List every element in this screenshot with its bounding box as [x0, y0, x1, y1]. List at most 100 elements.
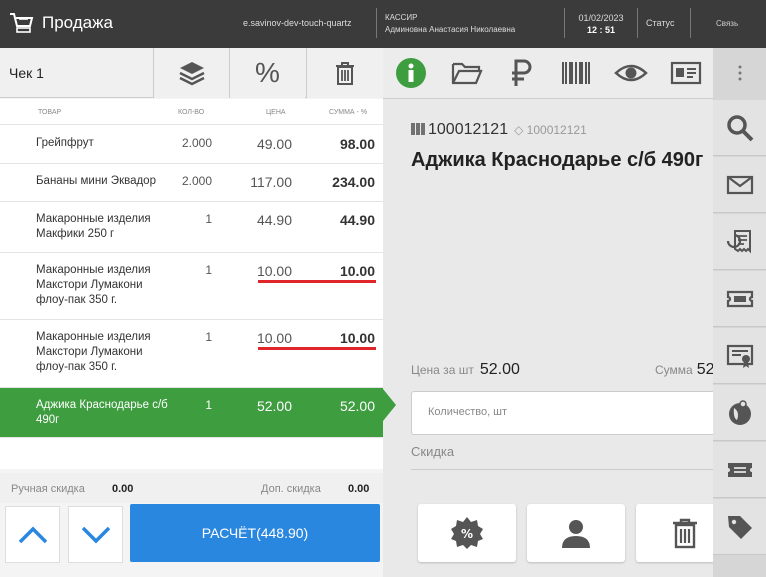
- product-details: 100012121 ◇ 100012121 Аджика Краснодарье …: [383, 99, 713, 577]
- bonus-button[interactable]: [713, 385, 766, 441]
- table-row[interactable]: Макаронные изделия Макфики 250 г 1 44.90…: [0, 202, 383, 253]
- top-bar: Продажа e.savinov-dev-touch-quartz КАССИ…: [0, 0, 766, 48]
- ticket-button[interactable]: [713, 271, 766, 327]
- delete-check-button[interactable]: [306, 48, 383, 98]
- receipt-panel: Чек 1 % ТОВАР КОЛ-ВО ЦЕНА СУММА - % Грей…: [0, 48, 383, 577]
- cashier-name: Админовна Анастасия Николаевна: [385, 25, 516, 34]
- unit-price-value: 52.00: [479, 361, 520, 378]
- header-divider: [564, 8, 565, 38]
- scroll-down-button[interactable]: [68, 506, 123, 563]
- svg-text:%: %: [461, 527, 473, 541]
- date-time: 01/02/2023 12 : 51: [570, 12, 632, 36]
- unit-price-label: Цена за шт: [411, 363, 474, 377]
- price-error-underline: [258, 280, 376, 283]
- sum-label: Сумма: [655, 363, 693, 377]
- item-qty: 1: [205, 263, 212, 277]
- items-table: ТОВАР КОЛ-ВО ЦЕНА СУММА - % Грейпфрут 2.…: [0, 99, 383, 469]
- barcode-small-icon: [411, 123, 425, 135]
- trash-icon: [673, 518, 697, 549]
- info-tab[interactable]: [383, 48, 438, 98]
- right-sidebar: [713, 48, 766, 577]
- item-qty: 1: [205, 330, 212, 344]
- quantity-input[interactable]: Количество, шт: [411, 391, 713, 435]
- id-card-tab[interactable]: [658, 48, 713, 98]
- ticket-icon: [726, 290, 753, 307]
- manual-discount-value: 0.00: [112, 483, 134, 495]
- price-error-underline: [258, 347, 376, 350]
- column-header: ЦЕНА: [266, 109, 286, 116]
- item-qty: 1: [205, 212, 212, 226]
- preview-tab[interactable]: [603, 48, 658, 98]
- column-header: ТОВАР: [38, 109, 62, 116]
- currency-tab[interactable]: [493, 48, 548, 98]
- message-button[interactable]: [713, 157, 766, 213]
- item-price: 52.00: [256, 398, 292, 414]
- layers-button[interactable]: [153, 48, 229, 98]
- item-qty: 1: [205, 398, 212, 412]
- coupon-button[interactable]: [713, 442, 766, 498]
- barcode-tab[interactable]: [548, 48, 603, 98]
- ruble-icon: [511, 59, 531, 86]
- chevron-down-icon: [81, 526, 110, 543]
- coupon-icon: [727, 462, 752, 477]
- header-divider: [690, 8, 691, 38]
- customer-button[interactable]: [527, 504, 625, 562]
- discount-percent-button[interactable]: %: [229, 48, 305, 98]
- item-price: 10.00: [256, 330, 292, 346]
- search-icon: [726, 114, 753, 141]
- table-row[interactable]: Макаронные изделия Макстори Лумакони фло…: [0, 253, 383, 320]
- discount-badge-icon: %: [451, 517, 483, 549]
- trash-icon: [336, 62, 354, 85]
- status-button[interactable]: Статус: [646, 18, 674, 28]
- open-folder-tab[interactable]: [439, 48, 494, 98]
- check-header: Чек 1 %: [0, 48, 383, 98]
- current-time: 12 : 51: [586, 25, 616, 35]
- item-name: Грейпфрут: [36, 137, 94, 149]
- product-codes: 100012121 ◇ 100012121: [411, 121, 587, 139]
- pay-button[interactable]: РАСЧЁТ(448.90): [130, 504, 380, 562]
- product-name: Аджика Краснодарье с/б 490г: [411, 149, 704, 171]
- tag-small-icon: ◇: [514, 123, 524, 137]
- scroll-up-button[interactable]: [5, 506, 60, 563]
- table-row[interactable]: Макаронные изделия Макстори Лумакони фло…: [0, 320, 383, 388]
- search-button[interactable]: [713, 100, 766, 156]
- tag-button[interactable]: [713, 499, 766, 555]
- item-price: 49.00: [256, 136, 292, 152]
- item-name: Макаронные изделия Макфики 250 г: [36, 213, 151, 240]
- more-menu-button[interactable]: [713, 48, 766, 98]
- page-title: Продажа: [42, 13, 113, 32]
- item-sum: 10.00: [339, 263, 375, 279]
- discount-summary: Ручная скидка 0.00 Доп. скидка 0.00: [0, 473, 383, 503]
- item-sum: 10.00: [339, 330, 375, 346]
- item-name: Аджика Краснодарье с/б 490г: [36, 399, 168, 426]
- item-price: 117.00: [250, 174, 292, 190]
- certificate-icon: [726, 344, 753, 368]
- discount-field[interactable]: Скидка 0: [411, 444, 713, 470]
- more-vertical-icon: [738, 65, 741, 81]
- product-alt-code: 100012121: [526, 123, 587, 137]
- selection-arrow: [383, 389, 396, 421]
- table-row-selected[interactable]: Аджика Краснодарье с/б 490г 1 52.00 52.0…: [0, 388, 383, 438]
- folder-open-icon: [451, 62, 483, 85]
- server-name: e.savinov-dev-touch-quartz: [243, 18, 352, 28]
- connection-button[interactable]: Связь: [716, 19, 738, 28]
- barcode-icon: [561, 62, 590, 84]
- item-sum: 98.00: [339, 136, 375, 152]
- cash-register-icon[interactable]: [8, 12, 34, 36]
- unit-price: Цена за шт 52.00: [411, 361, 520, 379]
- sum-value: 52: [696, 361, 713, 378]
- check-label[interactable]: Чек 1: [9, 65, 44, 81]
- item-discount-button[interactable]: %: [418, 504, 516, 562]
- line-sum: Сумма 52: [655, 361, 713, 379]
- certificate-button[interactable]: [713, 328, 766, 384]
- item-qty: 2.000: [181, 174, 212, 188]
- user-icon: [562, 520, 590, 548]
- extra-discount-value: 0.00: [348, 483, 370, 495]
- envelope-icon: [726, 175, 753, 194]
- delete-item-button[interactable]: [636, 504, 713, 562]
- receipt-return-button[interactable]: [713, 214, 766, 270]
- table-row[interactable]: Грейпфрут 2.000 49.00 98.00: [0, 126, 383, 164]
- chevron-up-icon: [18, 526, 47, 543]
- item-price: 44.90: [256, 212, 292, 228]
- table-row[interactable]: Бананы мини Эквадор 2.000 117.00 234.00: [0, 164, 383, 202]
